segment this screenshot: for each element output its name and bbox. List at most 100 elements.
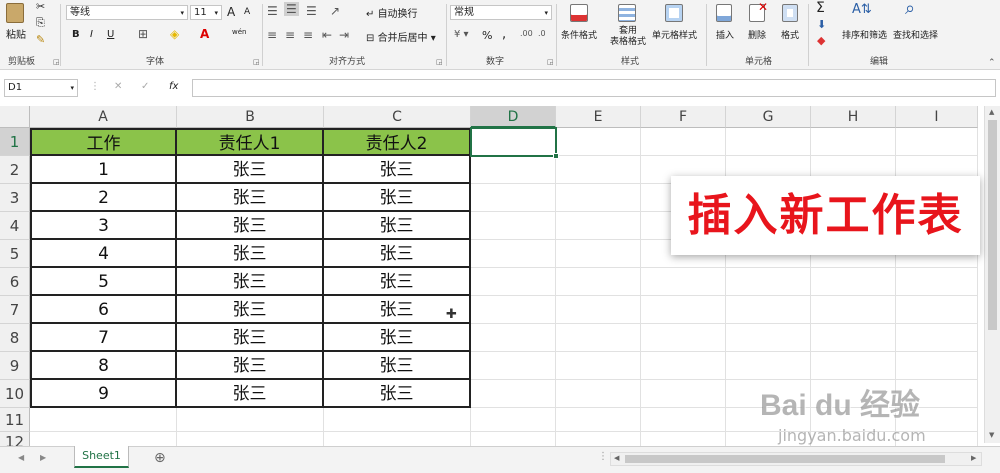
phonetic-button[interactable]: wén	[232, 28, 246, 36]
column-header-a[interactable]: A	[30, 106, 177, 128]
increase-indent-icon[interactable]: ⇥	[339, 28, 349, 42]
tab-sheet1[interactable]: Sheet1	[74, 446, 129, 468]
hscroll-right-icon[interactable]: ▶	[971, 454, 976, 462]
decrease-decimal-icon[interactable]: .0	[538, 29, 546, 38]
table-cell[interactable]: 张三	[324, 184, 471, 212]
paste-button[interactable]: 粘贴	[6, 26, 26, 41]
vertical-scrollbar[interactable]: ▲ ▼	[984, 106, 1000, 443]
cell[interactable]	[324, 408, 471, 432]
cell[interactable]	[641, 296, 726, 324]
insert-function-button[interactable]: fx	[169, 81, 178, 92]
cell[interactable]	[471, 380, 556, 408]
fill-icon[interactable]: ⬇	[817, 18, 826, 31]
font-size-select[interactable]: 11 ▾	[190, 5, 222, 20]
cell[interactable]	[896, 268, 978, 296]
cell[interactable]	[471, 408, 556, 432]
scroll-up-icon[interactable]: ▲	[989, 108, 994, 116]
cell[interactable]	[726, 352, 811, 380]
formula-input[interactable]	[192, 79, 996, 97]
column-header-d[interactable]: D	[471, 106, 556, 128]
hscroll-thumb[interactable]	[625, 455, 945, 463]
alignment-launcher-icon[interactable]: ◲	[436, 58, 443, 66]
decrease-indent-icon[interactable]: ⇤	[322, 28, 332, 42]
cell[interactable]	[726, 128, 811, 156]
sort-filter-button[interactable]: 排序和筛选	[842, 28, 887, 41]
row-header-1[interactable]: 1	[0, 128, 30, 156]
cell[interactable]	[641, 408, 726, 432]
orientation-icon[interactable]: ↗	[330, 4, 340, 18]
tab-split-icon[interactable]: ⋮	[598, 451, 608, 462]
cell[interactable]	[471, 268, 556, 296]
table-cell[interactable]: 1	[30, 156, 177, 184]
row-header-5[interactable]: 5	[0, 240, 30, 268]
cell[interactable]	[177, 408, 324, 432]
row-header-3[interactable]: 3	[0, 184, 30, 212]
comma-button[interactable]: ,	[502, 27, 506, 42]
cell[interactable]	[641, 128, 726, 156]
table-cell[interactable]: 7	[30, 324, 177, 352]
align-left-icon[interactable]: ≡	[267, 28, 277, 42]
paste-icon[interactable]	[6, 3, 24, 23]
align-middle-icon[interactable]: ☰	[284, 2, 299, 16]
cell[interactable]	[471, 184, 556, 212]
table-cell[interactable]: 张三	[324, 268, 471, 296]
name-box[interactable]: D1 ▾	[4, 79, 78, 97]
table-cell[interactable]: 8	[30, 352, 177, 380]
border-icon[interactable]: ⊞	[138, 27, 148, 41]
cell[interactable]	[471, 240, 556, 268]
find-select-button[interactable]: 查找和选择	[893, 28, 938, 41]
cell[interactable]	[556, 240, 641, 268]
row-header-4[interactable]: 4	[0, 212, 30, 240]
cell[interactable]	[471, 156, 556, 184]
table-cell[interactable]: 张三	[324, 380, 471, 408]
currency-icon[interactable]: ¥ ▾	[454, 29, 469, 40]
delete-button[interactable]: 删除	[748, 28, 766, 41]
italic-button[interactable]: I	[90, 29, 93, 40]
row-header-10[interactable]: 10	[0, 380, 30, 408]
cell[interactable]	[471, 296, 556, 324]
cell[interactable]	[556, 128, 641, 156]
cell[interactable]	[896, 296, 978, 324]
enter-icon[interactable]: ✓	[141, 81, 149, 92]
format-button[interactable]: 格式	[781, 28, 799, 41]
font-color-icon[interactable]: A	[200, 27, 209, 41]
increase-decimal-icon[interactable]: .00	[520, 29, 533, 38]
table-cell[interactable]: 6	[30, 296, 177, 324]
cell[interactable]	[556, 296, 641, 324]
scroll-thumb[interactable]	[988, 120, 997, 330]
table-cell[interactable]: 张三	[324, 240, 471, 268]
cell[interactable]	[641, 380, 726, 408]
cell[interactable]	[556, 380, 641, 408]
cell[interactable]	[726, 296, 811, 324]
tab-scroll-left-icon[interactable]: ◀	[18, 453, 24, 462]
column-header-c[interactable]: C	[324, 106, 471, 128]
autosum-button[interactable]: Σ	[816, 0, 825, 16]
table-cell[interactable]: 张三	[324, 352, 471, 380]
number-launcher-icon[interactable]: ◲	[547, 58, 554, 66]
percent-button[interactable]: %	[482, 29, 492, 42]
table-header-cell[interactable]: 责任人1	[177, 128, 324, 156]
select-all-corner[interactable]	[0, 106, 30, 128]
cell[interactable]	[896, 352, 978, 380]
column-header-i[interactable]: I	[896, 106, 978, 128]
cell[interactable]	[811, 324, 896, 352]
table-cell[interactable]: 张三	[324, 324, 471, 352]
format-as-table-button[interactable]: 套用 表格格式	[610, 26, 646, 48]
cancel-icon[interactable]: ✕	[114, 81, 122, 92]
fill-handle[interactable]	[553, 153, 559, 159]
shrink-font-button[interactable]: A	[244, 7, 250, 17]
table-cell[interactable]: 张三	[177, 352, 324, 380]
insert-button[interactable]: 插入	[716, 28, 734, 41]
cell[interactable]	[811, 352, 896, 380]
table-cell[interactable]: 张三	[177, 268, 324, 296]
column-header-f[interactable]: F	[641, 106, 726, 128]
cell[interactable]	[556, 268, 641, 296]
table-cell[interactable]: 张三	[177, 184, 324, 212]
table-header-cell[interactable]: 责任人2	[324, 128, 471, 156]
column-header-g[interactable]: G	[726, 106, 811, 128]
align-center-icon[interactable]: ≡	[285, 28, 295, 42]
align-right-icon[interactable]: ≡	[303, 28, 313, 42]
table-cell[interactable]: 4	[30, 240, 177, 268]
align-bottom-icon[interactable]: ☰	[306, 4, 317, 18]
table-cell[interactable]: 9	[30, 380, 177, 408]
